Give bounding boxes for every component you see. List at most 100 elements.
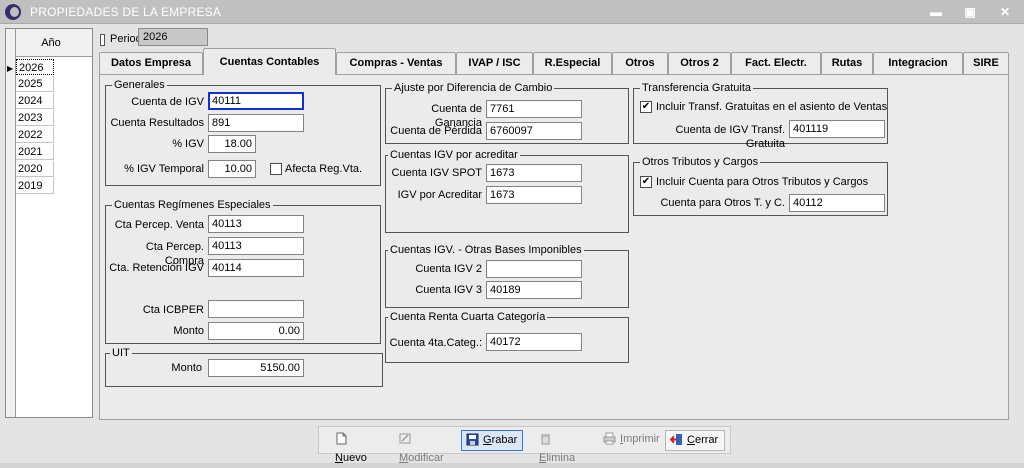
- tab-integracion[interactable]: Integracion: [873, 52, 963, 74]
- title-bar: PROPIEDADES DE LA EMPRESA ▬ ▣ ✕: [0, 0, 1024, 24]
- incluir-transf-gratuitas-checkbox[interactable]: ✔: [640, 101, 652, 113]
- igv-spot-field[interactable]: 1673: [486, 164, 582, 182]
- retencion-igv-label: Cta. Retención IGV: [109, 262, 204, 274]
- nuevo-mnemonic: N: [335, 452, 343, 464]
- igv-acreditar-field[interactable]: 1673: [486, 186, 582, 204]
- afecta-reg-vta-label: Afecta Reg.Vta.: [285, 163, 363, 175]
- tab-cuentas-contables[interactable]: Cuentas Contables: [203, 48, 336, 75]
- cuenta-otros-tyc-field[interactable]: 40112: [789, 194, 885, 212]
- tab-sire[interactable]: SIRE: [963, 52, 1009, 74]
- cuenta-transf-gratuita-field[interactable]: 401119: [789, 120, 885, 138]
- year-row[interactable]: 2025: [16, 76, 54, 92]
- tab-ivap-isc[interactable]: IVAP / ISC: [456, 52, 533, 74]
- pct-igv-temporal-field[interactable]: 10.00: [208, 160, 256, 178]
- imprimir-label: mprimir: [623, 433, 660, 445]
- tab-fact-electr[interactable]: Fact. Electr.: [731, 52, 821, 74]
- year-row[interactable]: 2023: [16, 110, 54, 126]
- pct-igv-label: % IGV: [172, 138, 204, 150]
- pct-igv-temporal-label: % IGV Temporal: [124, 163, 204, 175]
- icbper-monto-label: Monto: [173, 325, 204, 337]
- percep-venta-label: Cta Percep. Venta: [114, 219, 204, 231]
- elimina-label: limina: [546, 452, 576, 464]
- year-row[interactable]: 2019: [16, 178, 54, 194]
- modificar-button[interactable]: Modificar: [395, 430, 459, 464]
- percep-compra-field[interactable]: 40113: [208, 237, 304, 255]
- cuenta-resultados-label: Cuenta Resultados: [110, 117, 204, 129]
- save-icon: [466, 433, 479, 446]
- cuentas-contables-panel: Generales Cuenta de IGV 40111 Cuenta Res…: [99, 74, 1009, 420]
- cuenta-igv-label: Cuenta de IGV: [131, 96, 204, 108]
- tab-rutas[interactable]: Rutas: [821, 52, 873, 74]
- year-grid-header: Año: [6, 29, 92, 57]
- uit-monto-field[interactable]: 5150.00: [208, 359, 304, 377]
- imprimir-button[interactable]: Imprimir: [599, 430, 661, 451]
- maximize-button[interactable]: ▣: [957, 3, 983, 21]
- cuenta-transf-gratuita-label: Cuenta de IGV Transf. Gratuita: [675, 124, 785, 150]
- window-title: PROPIEDADES DE LA EMPRESA: [30, 5, 222, 19]
- new-document-icon: [335, 432, 348, 445]
- incluir-otros-tributos-checkbox[interactable]: ✔: [640, 176, 652, 188]
- close-window-button[interactable]: ✕: [992, 3, 1018, 21]
- grabar-label: rabar: [491, 434, 518, 446]
- uit-monto-label: Monto: [171, 362, 202, 374]
- percep-venta-field[interactable]: 40113: [208, 215, 304, 233]
- incluir-transf-gratuitas-label: Incluir Transf. Gratuitas en el asiento …: [656, 101, 888, 113]
- cuenta-perdida-field[interactable]: 6760097: [486, 122, 582, 140]
- retencion-igv-field[interactable]: 40114: [208, 259, 304, 277]
- cuenta-igv-field[interactable]: 40111: [208, 92, 304, 110]
- year-row[interactable]: 2024: [16, 93, 54, 109]
- otras-bases-group: Cuentas IGV. - Otras Bases Imponibles: [385, 243, 629, 308]
- tab-otros[interactable]: Otros: [612, 52, 668, 74]
- cuenta-ganancia-field[interactable]: 7761: [486, 100, 582, 118]
- cuenta-perdida-label: Cuenta de Pérdida: [390, 125, 482, 137]
- renta-cuarta-title: Cuenta Renta Cuarta Categoría: [388, 310, 548, 324]
- modificar-mnemonic: M: [399, 452, 409, 464]
- icbper-field[interactable]: [208, 300, 304, 318]
- tab-compras-ventas[interactable]: Compras - Ventas: [336, 52, 456, 74]
- igv-acreditar-label: IGV por Acreditar: [397, 189, 482, 201]
- row-indicator-column: [6, 29, 16, 417]
- edit-icon: [399, 432, 412, 445]
- ajuste-cambio-title: Ajuste por Diferencia de Cambio: [392, 81, 555, 95]
- icbper-monto-field[interactable]: 0.00: [208, 322, 304, 340]
- igv2-field[interactable]: [486, 260, 582, 278]
- cerrar-button[interactable]: Cerrar: [665, 430, 725, 451]
- cuenta-4ta-field[interactable]: 40172: [486, 333, 582, 351]
- nuevo-button[interactable]: Nuevo: [331, 430, 383, 464]
- year-row[interactable]: 2022: [16, 127, 54, 143]
- cerrar-mnemonic: C: [687, 434, 695, 446]
- action-toolbar: Nuevo Modificar Grabar Elimina Imprimir: [318, 426, 731, 464]
- igv3-label: Cuenta IGV 3: [415, 284, 482, 296]
- cerrar-label: errar: [694, 434, 719, 446]
- current-row-marker-icon: ▶: [7, 64, 14, 73]
- periodo-indicator: [100, 34, 105, 46]
- cuenta-otros-tyc-label: Cuenta para Otros T. y C.: [660, 197, 785, 209]
- otros-tributos-title: Otros Tributos y Cargos: [640, 155, 761, 169]
- modificar-label: odificar: [408, 452, 444, 464]
- incluir-otros-tributos-label: Incluir Cuenta para Otros Tributos y Car…: [656, 176, 869, 188]
- tab-datos-empresa[interactable]: Datos Empresa: [99, 52, 203, 74]
- year-row[interactable]: 2021: [16, 144, 54, 160]
- elimina-button[interactable]: Elimina: [535, 430, 591, 464]
- pct-igv-field[interactable]: 18.00: [208, 135, 256, 153]
- cuenta-resultados-field[interactable]: 891: [208, 114, 304, 132]
- tab-otros-2[interactable]: Otros 2: [668, 52, 731, 74]
- printer-icon: [603, 432, 616, 445]
- year-row[interactable]: 2026: [16, 59, 54, 75]
- afecta-reg-vta-checkbox[interactable]: [270, 163, 282, 175]
- minimize-button[interactable]: ▬: [923, 3, 949, 21]
- igv-spot-label: Cuenta IGV SPOT: [391, 167, 482, 179]
- transferencia-gratuita-title: Transferencia Gratuita: [640, 81, 754, 95]
- year-grid[interactable]: Año ▶ 2026 2025 2024 2023 2022 2021 2020…: [5, 28, 93, 418]
- year-row[interactable]: 2020: [16, 161, 54, 177]
- delete-icon: [539, 432, 552, 445]
- igv3-field[interactable]: 40189: [486, 281, 582, 299]
- icbper-label: Cta ICBPER: [142, 304, 204, 316]
- periodo-field: 2026: [138, 28, 208, 46]
- exit-icon: [669, 433, 683, 446]
- cuenta-4ta-label: Cuenta 4ta.Categ.:: [389, 337, 482, 349]
- grabar-button[interactable]: Grabar: [461, 430, 523, 451]
- tab-r-especial[interactable]: R.Especial: [533, 52, 612, 74]
- otras-bases-title: Cuentas IGV. - Otras Bases Imponibles: [388, 243, 584, 257]
- app-logo-icon: [5, 4, 21, 20]
